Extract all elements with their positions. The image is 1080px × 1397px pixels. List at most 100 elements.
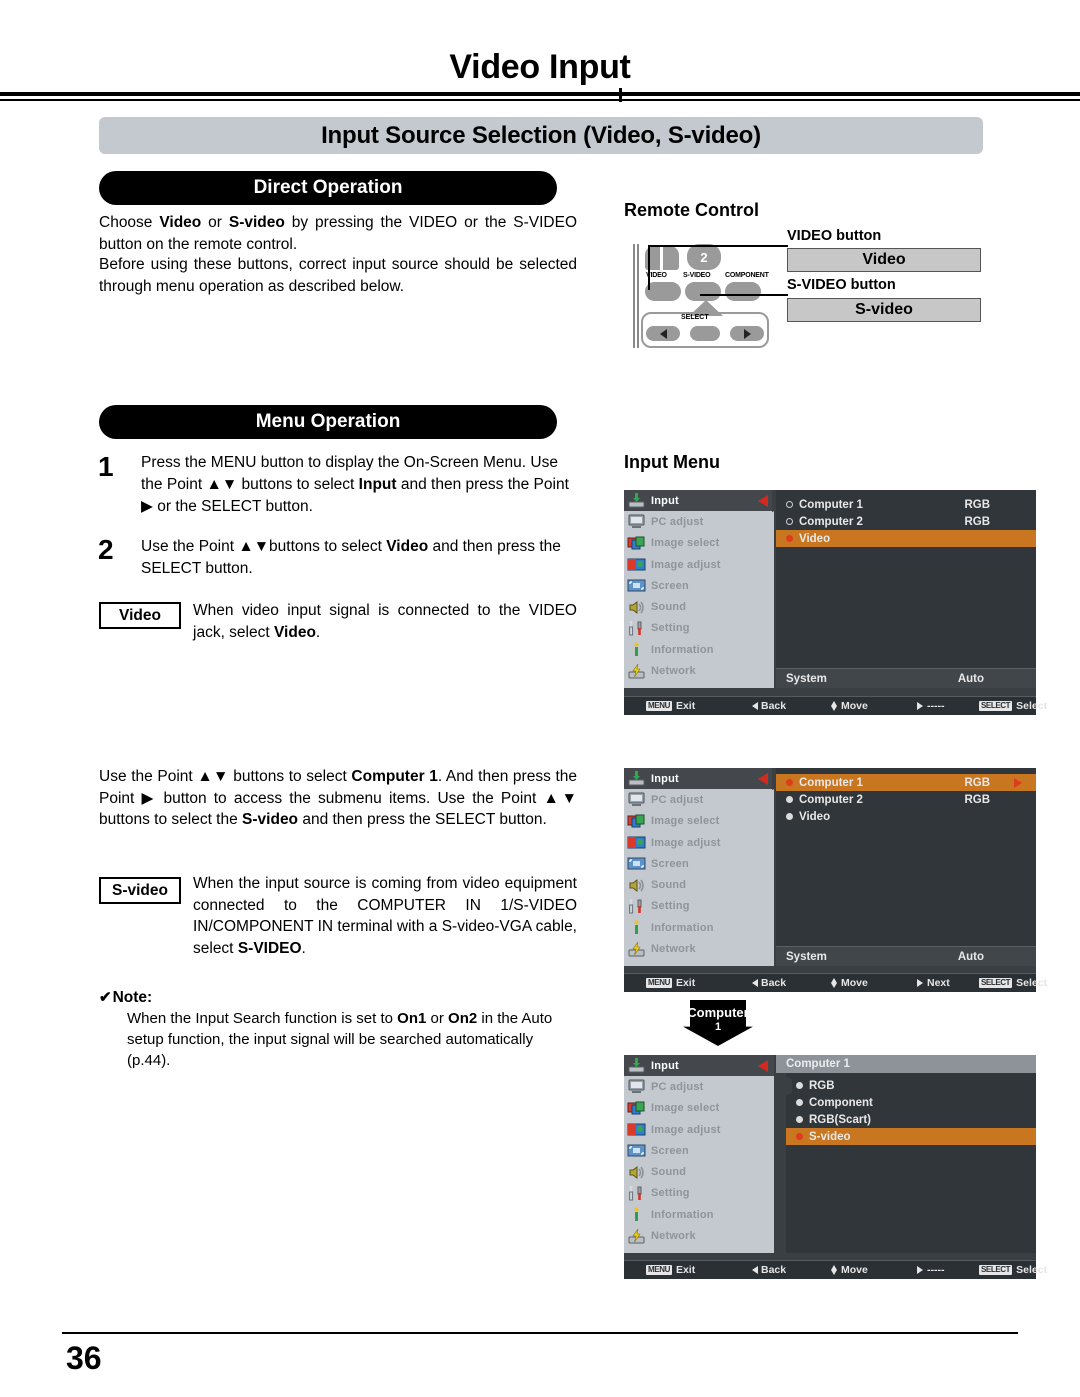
- osd-screenshot-computer1-selected: Input PC adjust Image select Image adjust Sc…: [624, 768, 1047, 992]
- osd-sidebar-item-screen[interactable]: Screen: [624, 575, 774, 596]
- osd-sidebar-item-information[interactable]: Information: [624, 639, 774, 660]
- osd-option-row[interactable]: Computer 1 RGB: [776, 496, 1036, 513]
- osd-sidebar-item-label: Screen: [651, 579, 689, 592]
- pc-adjust-icon: [627, 1078, 646, 1095]
- osd-option-row[interactable]: Computer 2 RGB: [776, 513, 1036, 530]
- osd-sidebar-item-pc-adjust[interactable]: PC adjust: [624, 1076, 774, 1097]
- osd-sidebar-item-sound[interactable]: Sound: [624, 596, 774, 617]
- remote-component-key: [725, 282, 761, 301]
- note-text: When the Input Search function is set to…: [127, 1010, 553, 1069]
- osd-submenu-title: Computer 1: [776, 1055, 1036, 1073]
- term-box-video: Video: [99, 602, 181, 629]
- osd-sidebar-item-network[interactable]: Network: [624, 660, 774, 681]
- osd-footer-key-badge: SELECT: [979, 1265, 1013, 1275]
- osd-footer-label: Back: [761, 1264, 787, 1276]
- osd-sidebar-item-image-adjust[interactable]: Image adjust: [624, 832, 774, 853]
- chevron-right-icon: [1014, 777, 1022, 788]
- osd-option-row[interactable]: Video: [776, 808, 1036, 825]
- osd-sidebar-item-pc-adjust[interactable]: PC adjust: [624, 511, 774, 532]
- osd-footer-select: SELECT Select: [979, 700, 1047, 712]
- osd-sidebar-item-label: Setting: [651, 622, 690, 635]
- osd-option-row[interactable]: Computer 2 RGB: [776, 791, 1036, 808]
- osd-footer-exit: MENU Exit: [646, 977, 695, 989]
- osd-screenshot-video-selected: Input PC adjust Image select Image adjust Sc…: [624, 490, 1047, 715]
- radio-bullet-icon: [796, 1133, 803, 1140]
- osd-sidebar-item-label: Setting: [651, 1187, 690, 1200]
- osd-sidebar-item-label: Image adjust: [651, 836, 721, 849]
- osd-option-row[interactable]: S-video: [786, 1128, 1036, 1145]
- osd-footer-exit: MENU Exit: [646, 1264, 695, 1276]
- osd-sidebar: Input PC adjust Image select Image adjust Sc…: [624, 1055, 774, 1253]
- triangle-left-icon: [659, 328, 667, 339]
- triangle-right-icon: [917, 702, 923, 710]
- osd-sidebar-item-sound[interactable]: Sound: [624, 874, 774, 895]
- remote-body-edge: [633, 244, 639, 348]
- osd-sidebar-item-input[interactable]: Input: [624, 768, 774, 790]
- osd-sidebar-item-label: Setting: [651, 900, 690, 913]
- osd-system-key: System: [786, 672, 827, 685]
- direct-operation-paragraph-2: Before using these buttons, correct inpu…: [99, 256, 577, 295]
- osd-sidebar-item-network[interactable]: Network: [624, 1225, 774, 1246]
- osd-sidebar-item-label: Sound: [651, 879, 687, 892]
- osd-sidebar-item-screen[interactable]: Screen: [624, 1140, 774, 1161]
- osd-footer-back: Back: [752, 1264, 786, 1276]
- osd-sidebar-item-label: Screen: [651, 857, 689, 870]
- osd-footer-label: Back: [761, 977, 787, 989]
- input-icon: [627, 492, 646, 509]
- computer1-submenu-paragraph: Use the Point ▲▼ buttons to select Compu…: [99, 768, 578, 828]
- osd-sidebar-item-image-adjust[interactable]: Image adjust: [624, 554, 774, 575]
- osd-footer-next: Next: [917, 977, 950, 989]
- leader-video-horizontal: [648, 245, 788, 247]
- osd-option-row[interactable]: Component: [786, 1094, 1036, 1111]
- radio-bullet-icon: [796, 1116, 803, 1123]
- sound-icon: [627, 599, 646, 616]
- osd-footer-label: Back: [761, 700, 787, 712]
- radio-bullet-icon: [796, 1082, 803, 1089]
- osd-option-row[interactable]: RGB(Scart): [786, 1111, 1036, 1128]
- osd-option-row[interactable]: RGB: [786, 1077, 1036, 1094]
- osd-sidebar-item-image-adjust[interactable]: Image adjust: [624, 1119, 774, 1140]
- osd-footer-label: Move: [841, 977, 868, 989]
- remote-label-s-video: S-VIDEO: [683, 272, 711, 279]
- osd-footer-label: Exit: [675, 700, 696, 712]
- osd-sidebar-item-image-select[interactable]: Image select: [624, 811, 774, 832]
- setting-icon: [627, 898, 646, 915]
- osd-sidebar-item-setting[interactable]: Setting: [624, 896, 774, 917]
- osd-option-value: RGB: [964, 515, 990, 528]
- osd-option-label: Computer 1: [799, 498, 863, 511]
- header-rule-thick: [0, 92, 1080, 96]
- setting-icon: [627, 1185, 646, 1202]
- osd-footer-label: -----: [927, 1264, 945, 1276]
- osd-sidebar-item-setting[interactable]: Setting: [624, 618, 774, 639]
- osd-sidebar-item-label: Image select: [651, 1102, 720, 1115]
- osd-option-label: Video: [799, 532, 831, 545]
- direct-operation-paragraph-1: Choose Video or S-video by pressing the …: [99, 214, 578, 253]
- remote-point-right-key: [728, 324, 766, 343]
- osd-sidebar-item-input[interactable]: Input: [624, 490, 774, 512]
- check-icon: ✔: [99, 989, 112, 1006]
- osd-sidebar-item-information[interactable]: Information: [624, 917, 774, 938]
- osd-sidebar-item-label: Network: [651, 665, 696, 678]
- osd-sidebar-item-screen[interactable]: Screen: [624, 853, 774, 874]
- osd-option-row[interactable]: Computer 1 RGB: [776, 774, 1036, 791]
- arrows-up-down-icon: [831, 701, 838, 711]
- osd-sidebar-item-label: Network: [651, 1230, 696, 1243]
- osd-sidebar-item-pc-adjust[interactable]: PC adjust: [624, 789, 774, 810]
- arrows-up-down-icon: [831, 1265, 838, 1275]
- svideo-button-callout-label: S-VIDEO button: [787, 277, 896, 293]
- osd-sidebar-item-input[interactable]: Input: [624, 1055, 774, 1077]
- image-adjust-icon: [627, 556, 646, 573]
- triangle-left-icon: [752, 1266, 758, 1274]
- osd-sidebar-item-setting[interactable]: Setting: [624, 1183, 774, 1204]
- osd-sidebar-item-network[interactable]: Network: [624, 938, 774, 959]
- osd-sidebar-item-image-select[interactable]: Image select: [624, 1098, 774, 1119]
- osd-system-key: System: [786, 950, 827, 963]
- section-banner: Input Source Selection (Video, S-video): [99, 117, 983, 154]
- osd-sidebar-item-information[interactable]: Information: [624, 1204, 774, 1225]
- leader-svideo-horizontal: [700, 294, 788, 296]
- page-number: 36: [66, 1340, 102, 1376]
- input-icon: [627, 770, 646, 787]
- osd-sidebar-item-image-select[interactable]: Image select: [624, 533, 774, 554]
- osd-sidebar-item-sound[interactable]: Sound: [624, 1161, 774, 1182]
- osd-option-row[interactable]: Video: [776, 530, 1036, 547]
